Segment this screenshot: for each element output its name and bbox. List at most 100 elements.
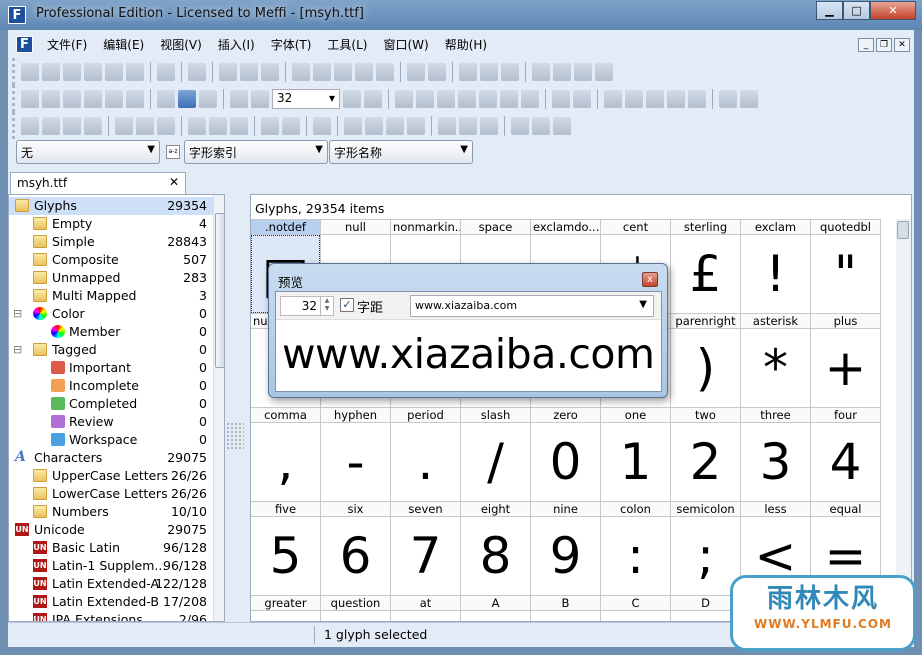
menu-view[interactable]: 视图(V) [152, 36, 210, 53]
glyph-cell[interactable]: slash / [461, 407, 531, 501]
tab-msyh[interactable]: msyh.ttf ✕ [10, 172, 186, 194]
menu-help[interactable]: 帮助(H) [437, 36, 495, 53]
align4-icon[interactable] [84, 116, 102, 135]
check-icon[interactable] [553, 62, 571, 81]
preview-text-combo[interactable]: www.xiazaiba.com ▼ [410, 295, 654, 317]
zoom-input[interactable]: 32 [272, 88, 340, 109]
sort-icon[interactable]: a-z [166, 145, 180, 159]
glyph-cell[interactable]: exclam! [741, 219, 811, 313]
mirror-icon[interactable] [438, 116, 456, 135]
tri1-icon[interactable] [395, 89, 413, 108]
find-icon[interactable] [188, 62, 206, 81]
union-icon[interactable] [511, 116, 529, 135]
kerning-checkbox[interactable]: ✓ [340, 298, 354, 312]
glyph-cell[interactable]: BB [531, 595, 601, 621]
tree-item[interactable]: UpperCase Letters 26/26 [9, 467, 213, 485]
menu-font[interactable]: 字体(T) [263, 36, 320, 53]
align2-icon[interactable] [42, 116, 60, 135]
tree-item[interactable]: Composite 507 [9, 251, 213, 269]
font-info-icon[interactable] [42, 62, 60, 81]
glyph-cell[interactable]: four 4 [811, 407, 881, 501]
add-glyph-icon[interactable] [407, 62, 425, 81]
filter-combo[interactable]: 无 ▼ [16, 140, 160, 164]
layer2-icon[interactable] [573, 89, 591, 108]
splitter-grip[interactable] [226, 422, 244, 450]
properties-icon[interactable] [313, 116, 331, 135]
edit-icon[interactable] [459, 62, 477, 81]
mdi-restore-button[interactable]: ❐ [876, 38, 892, 52]
nodes2-icon[interactable] [740, 89, 758, 108]
tri2-icon[interactable] [416, 89, 434, 108]
glyph-cell[interactable]: six 6 [321, 501, 391, 595]
paste-icon[interactable] [261, 62, 279, 81]
mdi-minimize-button[interactable]: _ [858, 38, 874, 52]
tree-item[interactable]: UN Latin Extended-B 17/208 [9, 593, 213, 611]
align-bottom-icon[interactable] [230, 116, 248, 135]
mdi-close-button[interactable]: ✕ [894, 38, 910, 52]
print-icon[interactable] [157, 62, 175, 81]
glyph-cell[interactable]: one 1 [601, 407, 671, 501]
align-center-icon[interactable] [136, 116, 154, 135]
open-icon[interactable] [63, 62, 81, 81]
glyph-cell[interactable]: question? [321, 595, 391, 621]
tree-item[interactable]: UN Latin Extended-A 122/128 [9, 575, 213, 593]
node-icon[interactable] [719, 89, 737, 108]
flip2-icon[interactable] [480, 116, 498, 135]
flip-icon[interactable] [459, 116, 477, 135]
grid1-icon[interactable] [604, 89, 622, 108]
glyph-cell[interactable]: three 3 [741, 407, 811, 501]
tree-item[interactable]: UN Basic Latin 96/128 [9, 539, 213, 557]
zoom-out-icon[interactable] [251, 89, 269, 108]
glyph-cell[interactable]: colon: [601, 501, 671, 595]
paint-icon[interactable] [386, 116, 404, 135]
menu-edit[interactable]: 编辑(E) [95, 36, 152, 53]
save-all-icon[interactable] [105, 62, 123, 81]
measure-icon[interactable] [84, 89, 102, 108]
new-icon[interactable] [21, 62, 39, 81]
tree-item[interactable]: UN IPA Extensions 2/96 [9, 611, 213, 621]
metrics-icon[interactable] [501, 62, 519, 81]
glyph-cell[interactable]: at@ [391, 595, 461, 621]
grid2-icon[interactable] [625, 89, 643, 108]
refresh-icon[interactable] [376, 62, 394, 81]
glyph-cell[interactable]: hyphen - [321, 407, 391, 501]
tree-item[interactable]: A Characters 29075 [9, 449, 213, 467]
glyph-cell[interactable]: eight 8 [461, 501, 531, 595]
glyph-cell[interactable]: semicolon; [671, 501, 741, 595]
rect-select-icon[interactable] [21, 89, 39, 108]
add-icon[interactable] [595, 62, 613, 81]
ellipse-icon[interactable] [521, 89, 539, 108]
tree-item[interactable]: ⊟ Tagged 0 [9, 341, 213, 359]
undo-icon[interactable] [292, 62, 310, 81]
glyph-cell[interactable]: asterisk * [741, 313, 811, 407]
undo-dropdown-icon[interactable] [313, 62, 331, 81]
tree-item[interactable]: UN Unicode 29075 [9, 521, 213, 539]
align3-icon[interactable] [63, 116, 81, 135]
guides-icon[interactable] [178, 89, 196, 108]
tree-item[interactable]: ⊟ Color 0 [9, 305, 213, 323]
align-right-icon[interactable] [157, 116, 175, 135]
distribute-v-icon[interactable] [282, 116, 300, 135]
intersect-icon[interactable] [532, 116, 550, 135]
scrollbar-thumb[interactable] [215, 213, 224, 368]
tree-item[interactable]: Member 0 [9, 323, 213, 341]
glyph-name-combo[interactable]: 字形名称 ▼ [329, 140, 473, 164]
subtract-icon[interactable] [553, 116, 571, 135]
tree-item[interactable]: Glyphs 29354 [9, 197, 213, 215]
add-glyph2-icon[interactable] [428, 62, 446, 81]
distribute-h-icon[interactable] [261, 116, 279, 135]
tree-scrollbar[interactable] [213, 195, 224, 621]
glyph-cell[interactable]: zero 0 [531, 407, 601, 501]
lasso-icon[interactable] [42, 89, 60, 108]
tree-item[interactable]: Review 0 [9, 413, 213, 431]
export-icon[interactable] [126, 62, 144, 81]
menu-file[interactable]: 文件(F) [39, 36, 95, 53]
copy-icon[interactable] [240, 62, 258, 81]
test-icon[interactable] [532, 62, 550, 81]
redo-icon[interactable] [334, 62, 352, 81]
knife-icon[interactable] [479, 89, 497, 108]
menu-insert[interactable]: 插入(I) [210, 36, 263, 53]
scrollbar-thumb[interactable] [897, 221, 909, 239]
layer1-icon[interactable] [552, 89, 570, 108]
tree-item[interactable]: Incomplete 0 [9, 377, 213, 395]
